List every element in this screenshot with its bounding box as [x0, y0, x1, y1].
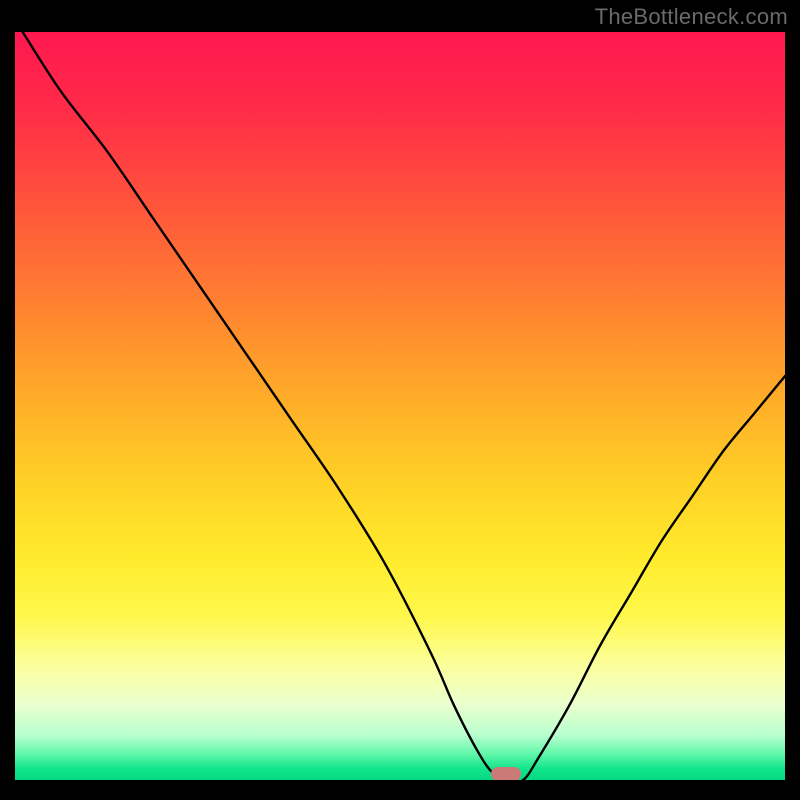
chart-frame: TheBottleneck.com	[0, 0, 800, 800]
optimum-marker	[491, 767, 521, 780]
bottleneck-curve	[15, 32, 785, 780]
plot-area	[15, 32, 785, 780]
watermark-text: TheBottleneck.com	[595, 4, 788, 30]
